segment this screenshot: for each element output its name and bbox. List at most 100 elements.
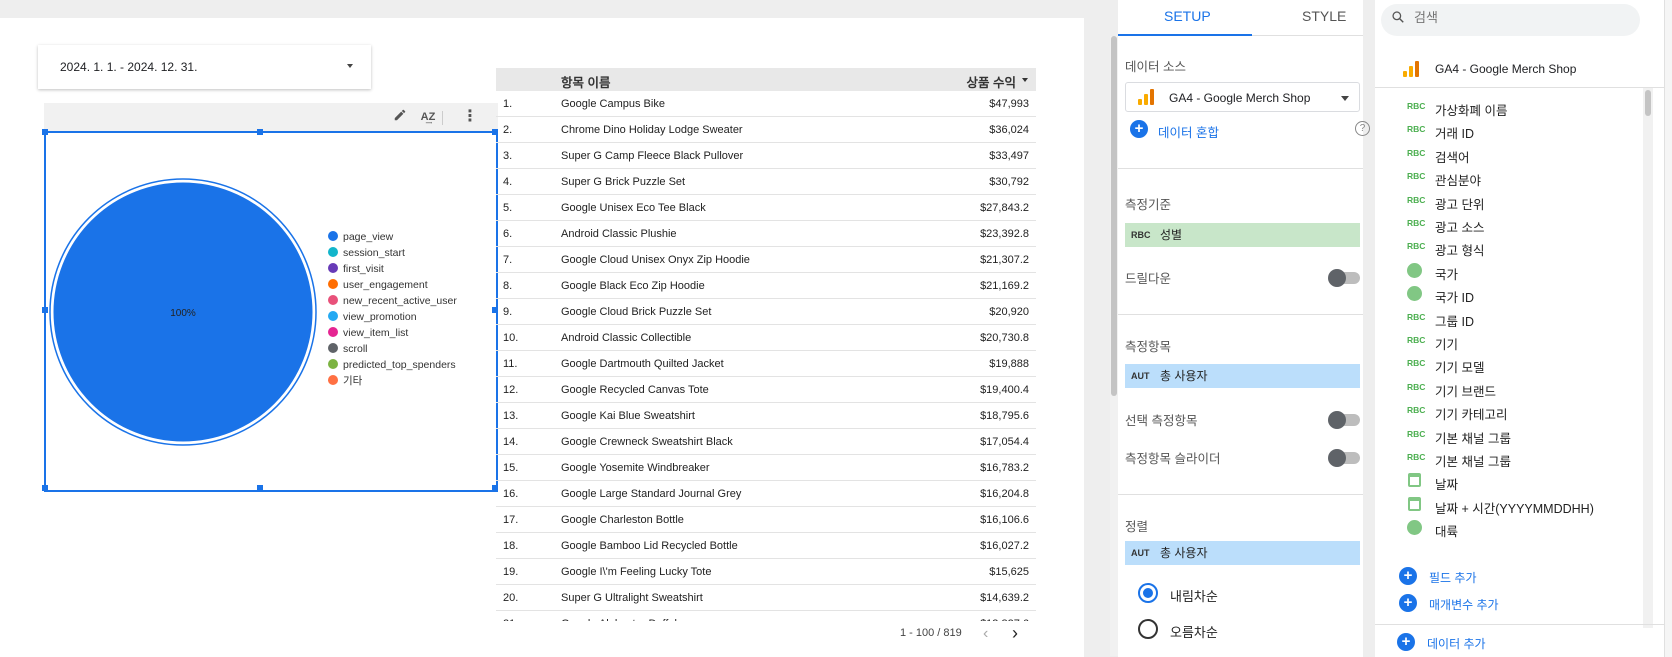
field-item[interactable]: RBC 기기 모델 [1375,352,1655,376]
field-name: 국가 ID [1435,291,1474,306]
field-item[interactable]: RBC 가상화폐 이름 [1375,95,1655,119]
legend-item[interactable]: view_promotion [328,309,417,325]
pencil-icon[interactable] [390,107,410,127]
setup-scrollbar[interactable] [1110,36,1118,656]
pie-chart[interactable]: 100% page_view session_start first_visit us… [42,129,498,492]
field-item[interactable]: RBC 관심분야 [1375,165,1655,189]
field-item[interactable]: RBC 그룹 ID [1375,306,1655,330]
table-row[interactable]: 21. Google Alabaster Duffel $13,827.6 [496,611,1036,621]
optional-metrics-toggle[interactable] [1328,411,1360,429]
pie-chart-svg: 100% [49,178,317,446]
help-icon[interactable]: ? [1355,121,1370,136]
sort-az-icon[interactable]: A͢Z [418,107,438,127]
add-circle-icon[interactable]: + [1399,567,1417,585]
scrollbar-thumb[interactable] [1111,36,1117,396]
field-item[interactable]: RBC 기본 채널 그룹 [1375,446,1655,470]
table-row[interactable]: 18. Google Bamboo Lid Recycled Bottle $16,… [496,533,1036,559]
search-input[interactable] [1414,10,1624,25]
sort-desc-radio[interactable] [1138,583,1158,603]
field-item[interactable]: 국가 [1375,259,1655,283]
legend-item[interactable]: 기타 [328,373,362,389]
date-range-picker[interactable]: 2024. 1. 1. - 2024. 12. 31. [38,45,371,89]
text-type-icon: RBC [1407,147,1426,158]
field-item[interactable]: RBC 광고 단위 [1375,189,1655,213]
blend-data-link[interactable]: 데이터 혼합 [1158,122,1219,141]
field-name: 기기 모델 [1435,361,1485,376]
column-header-revenue[interactable]: 상품 수익 [967,72,1016,91]
search-icon [1391,10,1405,29]
field-item[interactable]: 대륙 [1375,516,1655,540]
sort-desc-icon[interactable] [1022,78,1028,82]
column-header-name[interactable]: 항목 이름 [561,72,610,91]
table-row[interactable]: 15. Google Yosemite Windbreaker $16,783.2 [496,455,1036,481]
table-row[interactable]: 3. Super G Camp Fleece Black Pullover $33,… [496,143,1036,169]
table-row[interactable]: 8. Google Black Eco Zip Hoodie $21,169.2 [496,273,1036,299]
field-item[interactable]: RBC 기기 카테고리 [1375,399,1655,423]
table-row[interactable]: 17. Google Charleston Bottle $16,106.6 [496,507,1036,533]
table-row[interactable]: 1. Google Campus Bike $47,993 [496,91,1036,117]
tab-style[interactable]: STYLE [1302,8,1346,24]
legend-item[interactable]: user_engagement [328,277,428,293]
field-item[interactable]: 날짜 + 시간(YYYYMMDDHH) [1375,493,1655,517]
sort-asc-radio[interactable] [1138,619,1158,639]
legend-item[interactable]: scroll [328,341,368,357]
field-item[interactable]: RBC 광고 형식 [1375,235,1655,259]
table-row[interactable]: 12. Google Recycled Canvas Tote $19,400.4 [496,377,1036,403]
table-row[interactable]: 13. Google Kai Blue Sweatshirt $18,795.6 [496,403,1036,429]
field-item[interactable]: RBC 거래 ID [1375,118,1655,142]
field-item[interactable]: RBC 검색어 [1375,142,1655,166]
add-data-link[interactable]: 데이터 추가 [1427,635,1486,652]
table-row[interactable]: 19. Google I\'m Feeling Lucky Tote $15,625 [496,559,1036,585]
legend-item[interactable]: first_visit [328,261,384,277]
row-item-name: Google Recycled Canvas Tote [561,384,709,396]
table-row[interactable]: 16. Google Large Standard Journal Grey $16… [496,481,1036,507]
legend-item[interactable]: page_view [328,229,393,245]
table-row[interactable]: 4. Super G Brick Puzzle Set $30,792 [496,169,1036,195]
metric-slider-toggle[interactable] [1328,449,1360,467]
row-item-name: Google Campus Bike [561,98,665,110]
field-item[interactable]: RBC 기본 채널 그룹 [1375,423,1655,447]
add-parameter-link[interactable]: 매개변수 추가 [1429,596,1499,613]
legend-item[interactable]: session_start [328,245,405,261]
table-row[interactable]: 9. Google Cloud Brick Puzzle Set $20,920 [496,299,1036,325]
legend-item[interactable]: predicted_top_spenders [328,357,456,373]
field-search[interactable] [1381,4,1640,36]
window-edge [1664,0,1672,657]
table-row[interactable]: 20. Super G Ultralight Sweatshirt $14,639.… [496,585,1036,611]
chevron-right-icon[interactable]: › [1012,623,1018,644]
dimension-chip[interactable]: RBC 성별 [1125,223,1360,247]
metric-chip[interactable]: AUT 총 사용자 [1125,364,1360,388]
sort-field-chip[interactable]: AUT 총 사용자 [1125,541,1360,565]
analytics-logo-icon [1403,61,1419,77]
scrollbar-thumb[interactable] [1645,90,1651,116]
tab-setup[interactable]: SETUP [1164,8,1211,24]
dimension-name: 성별 [1160,228,1183,242]
legend-item[interactable]: view_item_list [328,325,408,341]
section-divider [1118,494,1363,495]
table-row[interactable]: 6. Android Classic Plushie $23,392.8 [496,221,1036,247]
field-item[interactable]: 국가 ID [1375,282,1655,306]
more-vert-icon[interactable]: ⋮ [460,107,480,127]
table-row[interactable]: 2. Chrome Dino Holiday Lodge Sweater $36,0… [496,117,1036,143]
add-field-link[interactable]: 필드 추가 [1429,569,1477,586]
table-row[interactable]: 5. Google Unisex Eco Tee Black $27,843.2 [496,195,1036,221]
row-revenue: $13,827.6 [980,618,1029,621]
add-circle-icon[interactable]: + [1397,633,1415,651]
table-row[interactable]: 10. Android Classic Collectible $20,730.8 [496,325,1036,351]
table-row[interactable]: 14. Google Crewneck Sweatshirt Black $17,0… [496,429,1036,455]
field-item[interactable]: RBC 기기 브랜드 [1375,376,1655,400]
row-index: 21. [503,618,518,621]
field-item[interactable]: 날짜 [1375,469,1655,493]
fields-scrollbar[interactable] [1643,88,1653,628]
field-item[interactable]: RBC 기기 [1375,329,1655,353]
add-circle-icon[interactable]: + [1399,594,1417,612]
data-source-select[interactable]: GA4 - Google Merch Shop [1125,82,1360,112]
toolbar-divider [442,111,443,125]
add-circle-icon[interactable]: + [1130,120,1148,138]
legend-item[interactable]: new_recent_active_user [328,293,457,309]
chevron-left-icon[interactable]: ‹ [983,625,988,643]
table-row[interactable]: 11. Google Dartmouth Quilted Jacket $19,88… [496,351,1036,377]
field-item[interactable]: RBC 광고 소스 [1375,212,1655,236]
table-row[interactable]: 7. Google Cloud Unisex Onyx Zip Hoodie $21… [496,247,1036,273]
drilldown-toggle[interactable] [1328,269,1360,287]
